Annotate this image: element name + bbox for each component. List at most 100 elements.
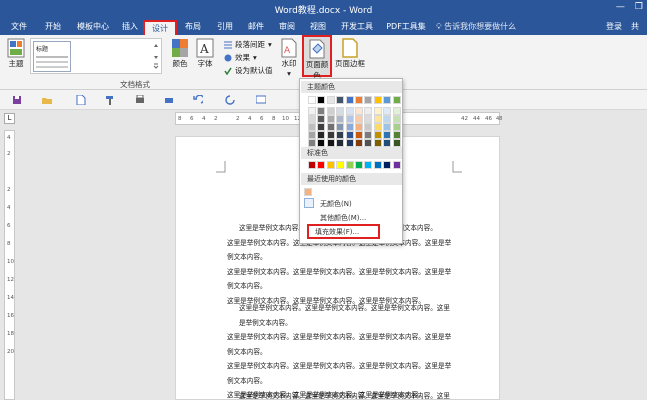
standard-color-swatch[interactable] (317, 161, 326, 169)
new-document-icon[interactable] (76, 95, 86, 105)
theme-shade-swatch[interactable] (364, 139, 373, 147)
theme-shade-swatch[interactable] (392, 131, 401, 139)
standard-color-swatch[interactable] (383, 161, 392, 169)
theme-shade-swatch[interactable] (383, 115, 392, 123)
theme-shade-swatch[interactable] (308, 107, 316, 115)
theme-color-swatch[interactable] (326, 96, 335, 104)
theme-shade-swatch[interactable] (383, 139, 392, 147)
theme-shade-swatch[interactable] (364, 115, 373, 123)
theme-shade-swatch[interactable] (308, 123, 316, 131)
document-paragraph[interactable]: 这里是举例文本内容。这里是举例文本内容。这里是举例文本内容。这里是举例文本内容。… (227, 301, 454, 400)
theme-shade-swatch[interactable] (364, 107, 373, 115)
themes-button[interactable]: 主题 (4, 38, 28, 69)
theme-shade-swatch[interactable] (326, 131, 335, 139)
theme-color-swatch[interactable] (373, 96, 382, 104)
standard-color-swatch[interactable] (336, 161, 345, 169)
theme-shade-swatch[interactable] (326, 123, 335, 131)
theme-color-swatch[interactable] (308, 96, 316, 104)
theme-color-swatch[interactable] (383, 96, 392, 104)
theme-shade-swatch[interactable] (355, 107, 363, 115)
theme-shade-swatch[interactable] (355, 131, 363, 139)
theme-shade-swatch[interactable] (345, 123, 354, 131)
save-icon[interactable] (12, 95, 22, 105)
screen-icon[interactable] (256, 95, 266, 105)
theme-color-swatch[interactable] (317, 96, 326, 104)
share-button[interactable]: 共 (631, 21, 639, 32)
theme-shade-swatch[interactable] (317, 131, 326, 139)
theme-shade-swatch[interactable] (317, 107, 326, 115)
theme-shade-swatch[interactable] (326, 115, 335, 123)
tab-file[interactable]: 文件 (6, 20, 32, 35)
tab-references[interactable]: 引用 (212, 20, 238, 35)
theme-shade-swatch[interactable] (345, 131, 354, 139)
theme-shade-swatch[interactable] (355, 139, 363, 147)
tab-selector-icon[interactable]: L (4, 113, 15, 124)
theme-color-swatch[interactable] (355, 96, 363, 104)
signin-link[interactable]: 登录 (606, 21, 622, 32)
theme-color-swatch[interactable] (336, 96, 345, 104)
no-color-item[interactable]: 无颜色(N) (304, 197, 399, 210)
theme-shade-swatch[interactable] (345, 115, 354, 123)
theme-shade-swatch[interactable] (336, 115, 345, 123)
theme-color-swatch[interactable] (364, 96, 373, 104)
restore-button[interactable]: ❐ (635, 2, 643, 12)
page-border-button[interactable]: 页面边框 (335, 38, 365, 69)
tab-mailings[interactable]: 邮件 (243, 20, 269, 35)
tab-template-center[interactable]: 模板中心 (74, 20, 112, 35)
gallery-scroll-icon[interactable] (153, 43, 159, 69)
standard-color-swatch[interactable] (373, 161, 382, 169)
theme-shade-swatch[interactable] (364, 123, 373, 131)
set-default-button[interactable]: 设为默认值 (224, 65, 273, 76)
tab-developer[interactable]: 开发工具 (338, 20, 376, 35)
theme-shade-swatch[interactable] (336, 139, 345, 147)
undo-icon[interactable] (193, 95, 203, 105)
theme-shade-swatch[interactable] (317, 115, 326, 123)
standard-color-swatch[interactable] (345, 161, 354, 169)
theme-shade-swatch[interactable] (392, 107, 401, 115)
theme-shade-swatch[interactable] (373, 115, 382, 123)
tab-design[interactable]: 设计 (143, 20, 177, 35)
fonts-button[interactable]: A 字体 (194, 38, 216, 69)
format-painter-icon[interactable] (105, 95, 115, 105)
theme-shade-swatch[interactable] (383, 123, 392, 131)
tab-view[interactable]: 视图 (305, 20, 331, 35)
watermark-button[interactable]: A 水印 ▾ (278, 38, 300, 78)
page-color-button[interactable]: 页面颜色 ▾ (302, 35, 332, 90)
theme-shade-swatch[interactable] (336, 107, 345, 115)
tab-insert[interactable]: 插入 (118, 20, 142, 35)
tab-home[interactable]: 开始 (40, 20, 66, 35)
document-paragraph[interactable]: 这里是举例文本内容。这里是举例文本内容。这里是举例文本内容。这里是举例文本内容。 (227, 389, 454, 400)
theme-color-swatch[interactable] (345, 96, 354, 104)
theme-shade-swatch[interactable] (355, 123, 363, 131)
more-colors-item[interactable]: 其他颜色(M)... (304, 212, 399, 224)
standard-color-swatch[interactable] (308, 161, 316, 169)
theme-shade-swatch[interactable] (364, 131, 373, 139)
standard-color-swatch[interactable] (326, 161, 335, 169)
theme-shade-swatch[interactable] (392, 139, 401, 147)
quick-print-icon[interactable] (164, 95, 174, 105)
paragraph-spacing-button[interactable]: 段落间距 ▾ (224, 39, 272, 50)
theme-shade-swatch[interactable] (355, 115, 363, 123)
fill-effects-item[interactable]: 填充效果(F)... (307, 224, 380, 239)
theme-shade-swatch[interactable] (308, 115, 316, 123)
theme-shade-swatch[interactable] (383, 131, 392, 139)
theme-shade-swatch[interactable] (373, 131, 382, 139)
standard-color-swatch[interactable] (364, 161, 373, 169)
recent-color-swatch[interactable] (304, 188, 312, 196)
theme-color-swatch[interactable] (392, 96, 401, 104)
tell-me-box[interactable]: 💡︎ 告诉我你想要做什么 (436, 21, 516, 32)
document-style-gallery[interactable]: 标题 (30, 38, 162, 74)
theme-shade-swatch[interactable] (392, 123, 401, 131)
theme-shade-swatch[interactable] (345, 139, 354, 147)
theme-shade-swatch[interactable] (336, 131, 345, 139)
theme-shade-swatch[interactable] (326, 107, 335, 115)
theme-shade-swatch[interactable] (317, 139, 326, 147)
print-icon[interactable] (135, 95, 145, 105)
theme-shade-swatch[interactable] (392, 115, 401, 123)
standard-color-swatch[interactable] (392, 161, 401, 169)
redo-icon[interactable] (225, 95, 235, 105)
effects-button[interactable]: 效果 ▾ (224, 52, 257, 63)
minimize-button[interactable]: — (616, 2, 625, 12)
tab-review[interactable]: 审阅 (274, 20, 300, 35)
tab-pdf-tools[interactable]: PDF工具集 (384, 20, 428, 35)
